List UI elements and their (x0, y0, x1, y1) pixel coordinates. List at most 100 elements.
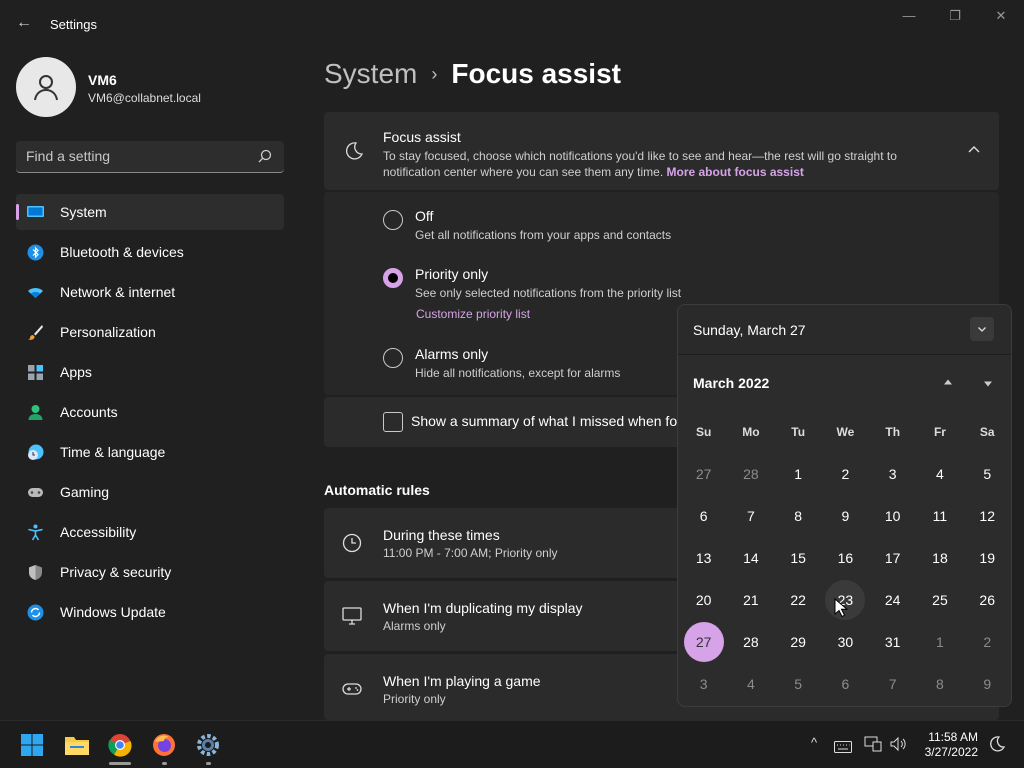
tray-overflow-chevron[interactable]: ^ (805, 735, 823, 753)
radio-alarms-only[interactable] (383, 348, 403, 368)
sidebar-item-bluetooth[interactable]: Bluetooth & devices (16, 234, 284, 270)
calendar-month-label[interactable]: March 2022 (693, 375, 769, 391)
calendar-day[interactable]: 29 (775, 621, 822, 663)
taskbar-file-explorer[interactable] (61, 729, 93, 761)
calendar-day[interactable]: 9 (964, 663, 1011, 705)
calendar-day[interactable]: 5 (964, 453, 1011, 495)
calendar-day[interactable]: 10 (869, 495, 916, 537)
taskbar-settings[interactable] (192, 729, 224, 765)
next-month-icon[interactable] (981, 377, 995, 389)
minimize-button[interactable]: — (894, 8, 924, 24)
sidebar-item-apps[interactable]: Apps (16, 354, 284, 390)
calendar-day[interactable]: 3 (680, 663, 727, 705)
calendar-day[interactable]: 28 (727, 621, 774, 663)
calendar-day-number: 24 (884, 592, 901, 608)
calendar-day[interactable]: 28 (727, 453, 774, 495)
calendar-day[interactable]: 24 (869, 579, 916, 621)
sidebar-item-personalization[interactable]: Personalization (16, 314, 284, 350)
taskbar-clock[interactable]: 11:58 AM 3/27/2022 (925, 730, 978, 760)
calendar-day-selected[interactable]: 27 (680, 621, 727, 663)
sidebar-item-time-language[interactable]: Time & language (16, 434, 284, 470)
calendar-day[interactable]: 2 (964, 621, 1011, 663)
calendar-day-number: 8 (936, 676, 944, 692)
calendar-day[interactable]: 30 (822, 621, 869, 663)
sidebar-item-accessibility[interactable]: Accessibility (16, 514, 284, 550)
summary-checkbox[interactable] (383, 412, 403, 432)
calendar-day[interactable]: 16 (822, 537, 869, 579)
radio-off[interactable] (383, 210, 403, 230)
calendar-week-row: 27 28 1 2 3 4 5 (680, 453, 1011, 495)
search-input[interactable] (16, 141, 236, 171)
calendar-day[interactable]: 27 (680, 453, 727, 495)
calendar-day[interactable]: 15 (775, 537, 822, 579)
calendar-flyout: Sunday, March 27 March 2022 Su Mo Tu We Th Fr… (677, 304, 1012, 707)
calendar-day[interactable]: 1 (775, 453, 822, 495)
calendar-day-number: 4 (746, 676, 755, 692)
previous-month-icon[interactable] (941, 377, 955, 389)
sidebar-item-network[interactable]: Network & internet (16, 274, 284, 310)
calendar-day[interactable]: 26 (964, 579, 1011, 621)
calendar-day[interactable]: 17 (869, 537, 916, 579)
calendar-day[interactable]: 21 (727, 579, 774, 621)
calendar-day[interactable]: 6 (822, 663, 869, 705)
search-icon[interactable] (258, 149, 272, 163)
calendar-day[interactable]: 3 (869, 453, 916, 495)
calendar-day[interactable]: 9 (822, 495, 869, 537)
customize-priority-link[interactable]: Customize priority list (416, 307, 530, 321)
calendar-day[interactable]: 31 (869, 621, 916, 663)
calendar-day[interactable]: 20 (680, 579, 727, 621)
calendar-day[interactable]: 2 (822, 453, 869, 495)
calendar-grid: Su Mo Tu We Th Fr Sa 27 28 1 2 3 4 5 6 7 8 9 10 11 12 13 14 15… (680, 411, 1011, 705)
sidebar-item-windows-update[interactable]: Windows Update (16, 594, 284, 630)
calendar-day[interactable]: 7 (727, 495, 774, 537)
calendar-week-row: 6 7 8 9 10 11 12 (680, 495, 1011, 537)
calendar-day[interactable]: 4 (727, 663, 774, 705)
calendar-day[interactable]: 8 (775, 495, 822, 537)
calendar-day[interactable]: 19 (964, 537, 1011, 579)
calendar-week-row: 13 14 15 16 17 18 19 (680, 537, 1011, 579)
calendar-day-number: 19 (979, 550, 995, 566)
keyboard-icon[interactable] (834, 738, 852, 756)
calendar-day-number: 31 (884, 634, 901, 650)
taskbar-chrome[interactable] (104, 729, 136, 765)
calendar-day[interactable]: 14 (727, 537, 774, 579)
calendar-day[interactable]: 1 (916, 621, 963, 663)
sidebar-item-system[interactable]: System (16, 194, 284, 230)
calendar-day[interactable]: 22 (775, 579, 822, 621)
back-button[interactable]: ← (16, 14, 34, 32)
breadcrumb-parent[interactable]: System (324, 58, 417, 90)
avatar[interactable] (16, 57, 76, 117)
sidebar-item-label: Windows Update (60, 604, 166, 620)
calendar-day[interactable]: 8 (916, 663, 963, 705)
calendar-day-number: 9 (841, 508, 850, 524)
volume-icon[interactable] (889, 735, 907, 753)
network-icon[interactable] (864, 735, 882, 753)
start-button[interactable] (16, 729, 48, 761)
sidebar-item-accounts[interactable]: Accounts (16, 394, 284, 430)
sidebar-item-privacy[interactable]: Privacy & security (16, 554, 284, 590)
calendar-day[interactable]: 7 (869, 663, 916, 705)
calendar-day[interactable]: 11 (916, 495, 963, 537)
calendar-day[interactable]: 5 (775, 663, 822, 705)
focus-assist-card[interactable]: Focus assist To stay focused, choose whi… (324, 112, 999, 190)
calendar-day[interactable]: 4 (916, 453, 963, 495)
calendar-day[interactable]: 13 (680, 537, 727, 579)
close-button[interactable]: ✕ (986, 8, 1016, 24)
calendar-collapse-button[interactable] (970, 317, 994, 341)
more-about-link[interactable]: More about focus assist (667, 165, 804, 179)
sidebar-item-label: Accounts (60, 404, 118, 420)
calendar-day[interactable]: 6 (680, 495, 727, 537)
calendar-day-number: 30 (837, 634, 854, 650)
sidebar-item-label: System (60, 204, 107, 220)
calendar-day[interactable]: 25 (916, 579, 963, 621)
apps-icon (28, 365, 43, 380)
calendar-day[interactable]: 12 (964, 495, 1011, 537)
taskbar-firefox[interactable] (148, 729, 180, 765)
focus-assist-moon-icon[interactable] (988, 735, 1006, 753)
chevron-up-icon[interactable] (967, 143, 981, 157)
clock-icon (342, 533, 362, 553)
radio-priority-only[interactable] (383, 268, 403, 288)
calendar-day[interactable]: 18 (916, 537, 963, 579)
sidebar-item-gaming[interactable]: Gaming (16, 474, 284, 510)
maximize-button[interactable]: ❐ (940, 8, 970, 24)
